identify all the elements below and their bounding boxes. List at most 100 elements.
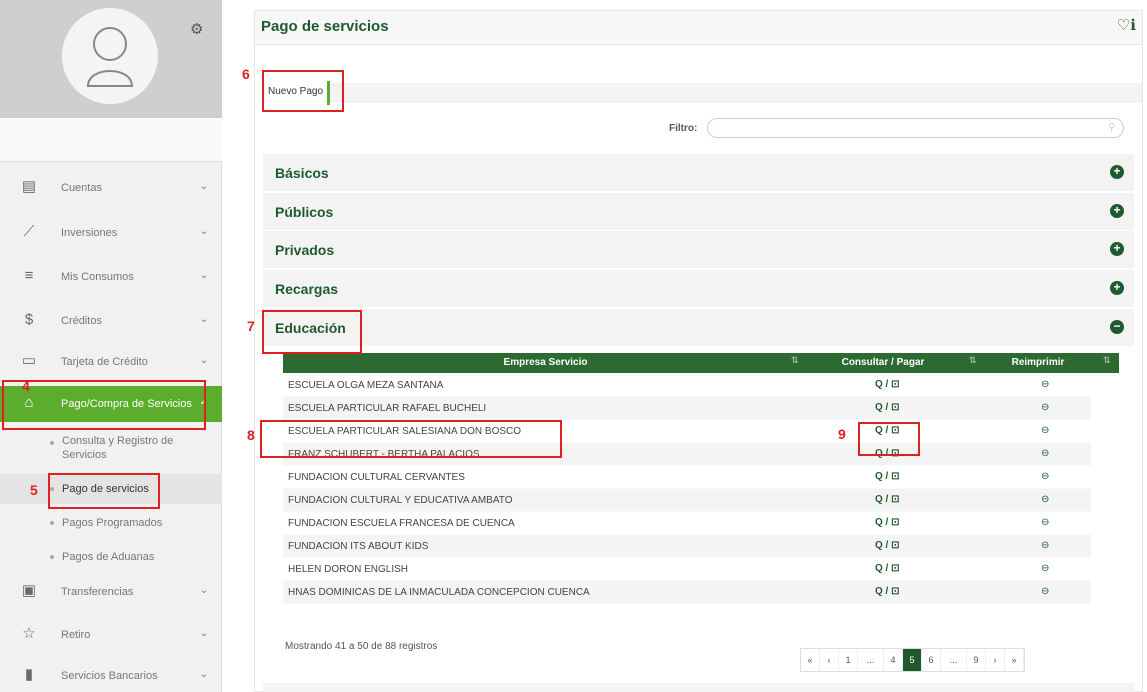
consult-pay-button[interactable]: Q / ⊡ bbox=[875, 494, 900, 505]
print-button[interactable]: ⊖ bbox=[1041, 425, 1049, 436]
column-header-reimprimir[interactable]: Reimprimir bbox=[983, 357, 1093, 368]
line-chart-icon: ⟋ bbox=[23, 223, 35, 240]
chevron-down-icon: ⌄ bbox=[199, 314, 208, 325]
footer-strip bbox=[263, 683, 1134, 692]
column-header-empresa[interactable]: Empresa Servicio bbox=[283, 357, 808, 368]
sidebar: ⚙ ▤ Cuentas ⌄ ⟋ Inversiones ⌄ ≡ Mis Cons… bbox=[0, 0, 222, 692]
expand-icon[interactable]: + bbox=[1110, 165, 1124, 179]
topbar: Pago de servicios ♡ℹ bbox=[255, 11, 1142, 45]
bullet-icon bbox=[50, 555, 54, 559]
annotation-box bbox=[262, 310, 362, 354]
consult-pay-button[interactable]: Q / ⊡ bbox=[875, 540, 900, 551]
category-title: Recargas bbox=[275, 281, 339, 297]
records-info: Mostrando 41 a 50 de 88 registros bbox=[285, 641, 438, 652]
heart-icon[interactable]: ♡ bbox=[1117, 17, 1130, 34]
sidebar-subitem-label: Pagos de Aduanas bbox=[62, 551, 155, 563]
print-button[interactable]: ⊖ bbox=[1041, 586, 1049, 597]
sort-icon[interactable]: ⇅ bbox=[791, 355, 799, 366]
category-privados[interactable]: Privados + bbox=[263, 230, 1134, 268]
credit-card-icon: ▭ bbox=[21, 352, 37, 369]
annotation-number: 6 bbox=[242, 66, 250, 82]
page-first-button[interactable]: « bbox=[801, 649, 820, 671]
sidebar-subitem-label: Pagos Programados bbox=[62, 517, 163, 529]
sidebar-item-transferencias[interactable]: ▣ Transferencias ⌄ bbox=[0, 574, 222, 610]
category-basicos[interactable]: Básicos + bbox=[263, 153, 1134, 191]
sidebar-subitem-pagos-aduanas[interactable]: Pagos de Aduanas bbox=[0, 542, 222, 572]
chevron-down-icon: ⌄ bbox=[199, 628, 208, 639]
print-button[interactable]: ⊖ bbox=[1041, 448, 1049, 459]
expand-icon[interactable]: + bbox=[1110, 281, 1124, 295]
documents-icon: ▤ bbox=[21, 178, 37, 195]
annotation-number: 7 bbox=[247, 318, 255, 334]
company-name: ESCUELA OLGA MEZA SANTANA bbox=[288, 380, 444, 391]
expand-icon[interactable]: + bbox=[1110, 242, 1124, 256]
page-button[interactable]: 6 bbox=[922, 649, 941, 671]
page-last-button[interactable]: » bbox=[1005, 649, 1024, 671]
sidebar-item-creditos[interactable]: $ Créditos ⌄ bbox=[0, 303, 222, 339]
sidebar-subitem-pagos-programados[interactable]: Pagos Programados bbox=[0, 508, 222, 538]
annotation-box bbox=[2, 380, 206, 430]
sidebar-item-cuentas[interactable]: ▤ Cuentas ⌄ bbox=[0, 170, 222, 206]
consult-pay-button[interactable]: Q / ⊡ bbox=[875, 586, 900, 597]
filter-label: Filtro: bbox=[669, 123, 698, 134]
page-button[interactable]: 4 bbox=[884, 649, 903, 671]
category-educacion[interactable]: Educación − bbox=[263, 308, 1134, 346]
company-name: FUNDACION ITS ABOUT KIDS bbox=[288, 541, 429, 552]
print-button[interactable]: ⊖ bbox=[1041, 540, 1049, 551]
annotation-box bbox=[260, 420, 562, 458]
page-ellipsis: ... bbox=[941, 649, 967, 671]
print-button[interactable]: ⊖ bbox=[1041, 379, 1049, 390]
sidebar-item-label: Mis Consumos bbox=[61, 271, 134, 283]
page-ellipsis: ... bbox=[858, 649, 884, 671]
print-button[interactable]: ⊖ bbox=[1041, 563, 1049, 574]
sort-icon[interactable]: ⇅ bbox=[969, 355, 977, 366]
category-recargas[interactable]: Recargas + bbox=[263, 269, 1134, 307]
page-button[interactable]: 1 bbox=[839, 649, 858, 671]
consult-pay-button[interactable]: Q / ⊡ bbox=[875, 517, 900, 528]
expand-icon[interactable]: + bbox=[1110, 204, 1124, 218]
page-prev-button[interactable]: ‹ bbox=[820, 649, 839, 671]
sidebar-item-servicios-bancarios[interactable]: ▮ Servicios Bancarios ⌄ bbox=[0, 658, 222, 692]
annotation-box bbox=[858, 422, 920, 456]
filter-input[interactable] bbox=[707, 118, 1124, 138]
print-button[interactable]: ⊖ bbox=[1041, 517, 1049, 528]
category-title: Básicos bbox=[275, 165, 329, 181]
table-row: FUNDACION ESCUELA FRANCESA DE CUENCA Q /… bbox=[283, 512, 1091, 535]
print-button[interactable]: ⊖ bbox=[1041, 402, 1049, 413]
consult-pay-button[interactable]: Q / ⊡ bbox=[875, 379, 900, 390]
gear-icon[interactable]: ⚙ bbox=[190, 22, 203, 37]
column-header-consultar[interactable]: Consultar / Pagar bbox=[813, 357, 953, 368]
sidebar-item-tarjeta-credito[interactable]: ▭ Tarjeta de Crédito ⌄ bbox=[0, 344, 222, 380]
info-icon[interactable]: ℹ bbox=[1130, 17, 1136, 34]
chevron-down-icon: ⌄ bbox=[199, 181, 208, 192]
page-button[interactable]: 9 bbox=[967, 649, 986, 671]
page-title: Pago de servicios bbox=[261, 18, 389, 35]
consult-pay-button[interactable]: Q / ⊡ bbox=[875, 471, 900, 482]
annotation-number: 5 bbox=[30, 482, 38, 498]
category-publicos[interactable]: Públicos + bbox=[263, 192, 1134, 230]
sidebar-item-mis-consumos[interactable]: ≡ Mis Consumos ⌄ bbox=[0, 259, 222, 295]
print-button[interactable]: ⊖ bbox=[1041, 494, 1049, 505]
table-row: FUNDACION ITS ABOUT KIDS Q / ⊡ ⊖ bbox=[283, 535, 1091, 558]
sidebar-subitem-consulta-registro[interactable]: Consulta y Registro de Servicios bbox=[0, 428, 222, 468]
page-next-button[interactable]: › bbox=[986, 649, 1005, 671]
consult-pay-button[interactable]: Q / ⊡ bbox=[875, 563, 900, 574]
annotation-box bbox=[48, 473, 160, 509]
sort-icon[interactable]: ⇅ bbox=[1103, 355, 1111, 366]
sidebar-item-label: Tarjeta de Crédito bbox=[61, 356, 148, 368]
table-row: FUNDACION CULTURAL Y EDUCATIVA AMBATO Q … bbox=[283, 489, 1091, 512]
consult-pay-button[interactable]: Q / ⊡ bbox=[875, 402, 900, 413]
sidebar-item-inversiones[interactable]: ⟋ Inversiones ⌄ bbox=[0, 215, 222, 251]
page-button-current[interactable]: 5 bbox=[903, 649, 922, 671]
bullet-icon bbox=[50, 441, 54, 445]
collapse-icon[interactable]: − bbox=[1110, 320, 1124, 334]
bullet-icon bbox=[50, 521, 54, 525]
user-icon bbox=[86, 27, 134, 87]
briefcase-icon: ▮ bbox=[24, 666, 34, 683]
cash-icon: ▣ bbox=[21, 582, 37, 599]
company-name: ESCUELA PARTICULAR RAFAEL BUCHELI bbox=[288, 403, 487, 414]
sidebar-item-retiro[interactable]: ☆ Retiro ⌄ bbox=[0, 617, 222, 653]
star-icon: ☆ bbox=[22, 625, 36, 642]
company-name: HNAS DOMINICAS DE LA INMACULADA CONCEPCI… bbox=[288, 587, 590, 598]
print-button[interactable]: ⊖ bbox=[1041, 471, 1049, 482]
